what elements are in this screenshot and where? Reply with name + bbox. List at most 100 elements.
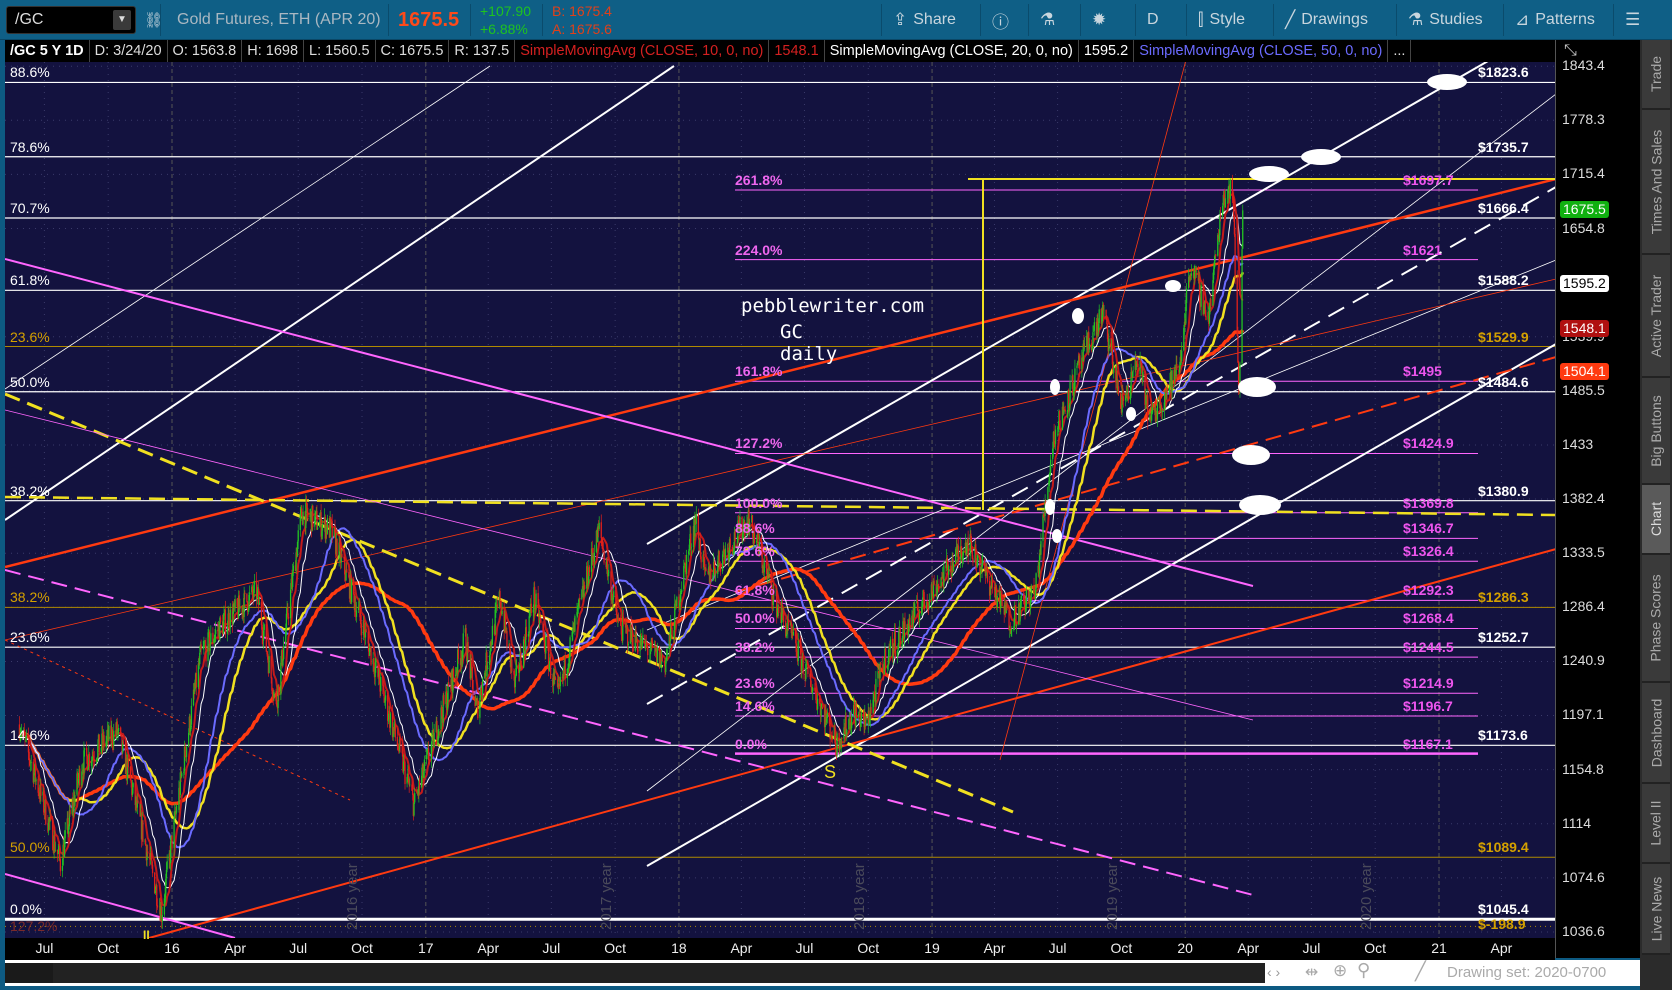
tab-label: Trade: [1648, 55, 1664, 93]
fib-price-label: $1326.4: [1403, 543, 1454, 560]
target-ellipse: [1427, 74, 1467, 90]
scrollbar-thumb[interactable]: [53, 963, 1265, 983]
sidebar-tab-big-buttons[interactable]: Big Buttons: [1642, 378, 1670, 485]
sidebar-tab-phase-scores[interactable]: Phase Scores: [1642, 555, 1670, 683]
level-price-label: $1529.9: [1478, 328, 1529, 345]
year-watermark: 2017 year: [597, 863, 615, 930]
zoom-icon[interactable]: ⚲: [1357, 960, 1370, 981]
level-price-label: $1173.6: [1478, 727, 1528, 744]
tab-label: Phase Scores: [1648, 574, 1665, 662]
level-price-label: $1823.6: [1478, 64, 1529, 81]
sma50-line: [18, 254, 1244, 849]
bottom-bar: ‹ › ⇹ ⊕ ⚲ ╱ Drawing set: 2020-0700: [5, 960, 1640, 986]
sidebar-tab-times-and-sales[interactable]: Times And Sales: [1642, 110, 1670, 255]
fib-price-label: $1424.9: [1403, 435, 1454, 452]
fib-price-label: $1292.3: [1403, 582, 1454, 599]
level-price-label: $1045.4: [1478, 901, 1529, 918]
fib-price-label: $1495: [1403, 363, 1442, 380]
fib-pct-label: 14.6%: [735, 697, 775, 714]
level-pct-label: 23.6%: [10, 328, 50, 345]
level-pct-label: 38.2%: [10, 482, 50, 499]
level-pct-label: 61.8%: [10, 272, 50, 289]
pattern-marker-ii: II: [143, 928, 150, 942]
sidebar-tab-chart[interactable]: Chart: [1642, 485, 1670, 555]
tab-label: Chart: [1648, 501, 1665, 537]
sma-orange-line: [17, 329, 1245, 806]
level-price-label: $1380.9: [1478, 482, 1529, 499]
pivot-dot: [1165, 280, 1181, 292]
trendline-magenta-thin: [5, 409, 1254, 721]
level-pct-label: 38.2%: [10, 589, 50, 606]
level-pct-label: 23.6%: [10, 629, 50, 646]
scroll-arrows-icon[interactable]: ‹ ›: [1267, 964, 1280, 980]
fib-pct-label: 78.6%: [735, 543, 775, 560]
right-sidebar: Trade Times And Sales Active Trader Big But…: [1640, 40, 1672, 990]
target-ellipse: [1301, 149, 1341, 165]
crosshair-icon[interactable]: ⊕: [1333, 961, 1347, 981]
fib-price-label: $1196.7: [1403, 697, 1453, 714]
level-price-label: $1735.7: [1478, 138, 1529, 155]
level-pct-label: 78.6%: [10, 138, 50, 155]
watermark-site: pebblewriter.com: [741, 295, 925, 317]
level-price-label: $1484.6: [1478, 373, 1529, 390]
drawing-tool-icon[interactable]: ╱: [1415, 961, 1426, 982]
fib-pct-label: 224.0%: [735, 241, 783, 258]
fib-pct-label: 61.8%: [735, 582, 775, 599]
trendline-yellow-dashed: [5, 392, 1014, 814]
target-ellipse: [1238, 377, 1276, 397]
trendline-orange-dotted: [5, 639, 351, 801]
level-price-label: $1089.4: [1478, 839, 1529, 856]
level-pct-label: 127.2%: [10, 918, 58, 935]
fib-pct-label: 50.0%: [735, 610, 775, 627]
level-pct-label: 14.6%: [10, 727, 50, 744]
sidebar-tab-dashboard[interactable]: Dashboard: [1642, 683, 1670, 784]
fib-pct-label: 38.2%: [735, 639, 775, 656]
level-pct-label: 88.6%: [10, 64, 50, 81]
pattern-marker-s: S: [824, 762, 837, 782]
target-ellipse: [1249, 166, 1289, 182]
horizontal-scrollbar[interactable]: [5, 963, 1265, 983]
target-ellipse: [1232, 445, 1270, 465]
sidebar-tab-active-trader[interactable]: Active Trader: [1642, 255, 1670, 378]
sidebar-tab-level-ii[interactable]: Level II: [1642, 784, 1670, 864]
pan-icon[interactable]: ⇹: [1305, 962, 1318, 982]
fib-price-label: $1167.1: [1403, 735, 1453, 752]
pivot-dot: [1052, 529, 1062, 543]
year-watermark: 2018 year: [850, 863, 868, 930]
pivot-dot: [1050, 379, 1060, 395]
tab-label: Active Trader: [1648, 274, 1665, 357]
tab-label: Live News: [1648, 876, 1664, 941]
channel-upper-white: [646, 62, 1489, 545]
target-ellipse: [1239, 495, 1281, 515]
channel-lower-white: [646, 343, 1555, 867]
year-watermark: 2019 year: [1103, 863, 1121, 930]
trendline-white: [5, 65, 675, 521]
pivot-dot: [1072, 308, 1084, 324]
fib-price-label: $1369.8: [1403, 494, 1454, 511]
fib-pct-label: 127.2%: [735, 435, 783, 452]
level-price-label: $1588.2: [1478, 272, 1529, 289]
fib-price-label: $1621: [1403, 241, 1442, 258]
fib-pct-label: 0.0%: [735, 735, 767, 752]
sidebar-tab-live-news[interactable]: Live News: [1642, 864, 1670, 955]
fib-pct-label: 261.8%: [735, 172, 783, 189]
level-price-label: $-198.9: [1478, 916, 1526, 933]
tab-label: Level II: [1648, 800, 1665, 846]
level-pct-label: 0.0%: [10, 901, 42, 918]
tab-label: Times And Sales: [1648, 129, 1664, 234]
fib-price-label: $1244.5: [1403, 639, 1454, 656]
trendline-orange-steep: [999, 62, 1186, 761]
fib-price-label: $1214.9: [1403, 675, 1454, 692]
drawing-set-selector[interactable]: Drawing set: 2020-0700: [1447, 964, 1606, 981]
level-price-label: $1252.7: [1478, 629, 1529, 646]
fib-price-label: $1268.4: [1403, 610, 1454, 627]
pivot-dot: [1126, 407, 1136, 421]
level-pct-label: 50.0%: [10, 839, 50, 856]
fib-price-label: $1346.7: [1403, 520, 1454, 537]
fib-pct-label: 23.6%: [735, 675, 775, 692]
fib-pct-label: 100.0%: [735, 494, 783, 511]
level-pct-label: 70.7%: [10, 200, 50, 217]
fib-price-label: $1697.7: [1403, 172, 1454, 189]
sidebar-tab-trade[interactable]: Trade: [1642, 40, 1670, 110]
watermark-caption: GC daily: [780, 321, 838, 365]
